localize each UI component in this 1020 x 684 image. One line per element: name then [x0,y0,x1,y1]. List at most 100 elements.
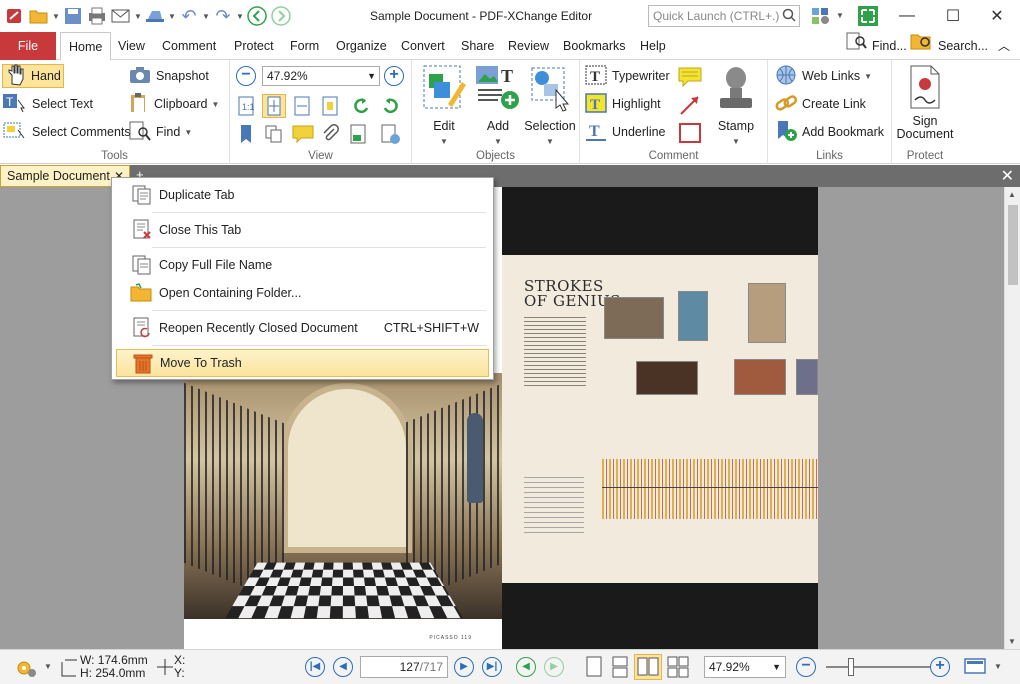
attachments-pane-icon[interactable] [320,124,340,144]
continuous-facing-icon[interactable] [666,656,692,681]
zoom-slider[interactable] [826,666,930,668]
single-page-icon[interactable] [584,656,604,681]
tab-bookmarks[interactable]: Bookmarks [555,32,634,60]
underline-button[interactable]: T Underline [584,120,666,144]
menu-item-duplicate-tab[interactable]: Duplicate Tab [116,181,489,209]
menu-item-copy-file-name[interactable]: Copy Full File Name [116,251,489,279]
quick-launch-input[interactable]: Quick Launch (CTRL+.) [648,5,800,27]
last-page-button[interactable]: ▶| [482,657,502,677]
redo-dropdown-icon[interactable]: ▼ [236,12,244,21]
customize-ui-icon[interactable] [810,6,832,29]
status-zoom-select[interactable]: 47.92% ▼ [704,656,786,678]
minimize-button[interactable]: — [884,0,930,32]
zoom-slider-thumb[interactable] [848,658,854,676]
select-comments-button[interactable]: Select Comments [2,120,131,144]
stamp-button[interactable]: Stamp ▼ [706,64,766,147]
settings-gear-icon[interactable] [14,657,38,682]
typewriter-button[interactable]: T Typewriter [584,64,670,88]
close-document-icon[interactable]: ✕ [1001,166,1014,186]
first-page-button[interactable]: |◀ [305,657,325,677]
scroll-up-icon[interactable]: ▲ [1008,190,1016,199]
comments-pane-icon[interactable] [292,124,312,144]
redo-icon[interactable]: ↷ [212,5,234,27]
print-icon[interactable] [86,5,108,27]
rectangle-icon[interactable] [678,122,702,142]
selection-button[interactable]: Selection ▼ [522,64,578,147]
maximize-button[interactable]: ☐ [930,0,976,32]
open-folder-icon[interactable] [28,5,50,27]
status-zoom-out-button[interactable]: − [796,657,816,677]
rotate-right-icon[interactable] [380,96,400,116]
web-links-button[interactable]: Web Links ▼ [774,64,872,88]
page-properties-icon[interactable] [380,124,400,144]
menu-item-open-folder[interactable]: Open Containing Folder... [116,279,489,307]
layers-pane-icon[interactable] [348,124,368,144]
forward-view-icon[interactable] [270,5,292,27]
open-dropdown-icon[interactable]: ▼ [52,12,60,21]
zoom-select[interactable]: 47.92% ▼ [262,66,380,86]
settings-dropdown-icon[interactable]: ▼ [44,662,52,671]
continuous-page-icon[interactable] [610,656,630,681]
back-view-icon[interactable] [246,5,268,27]
sticky-note-icon[interactable] [678,66,702,86]
rotate-left-icon[interactable] [352,96,372,116]
menu-item-move-to-trash[interactable]: Move To Trash [116,349,489,377]
find-tool-button[interactable]: Find ▼ [128,120,192,144]
email-dropdown-icon[interactable]: ▼ [134,12,142,21]
scan-dropdown-icon[interactable]: ▼ [168,12,176,21]
tab-review[interactable]: Review [500,32,557,60]
facing-pages-icon[interactable] [634,654,662,680]
undo-dropdown-icon[interactable]: ▼ [202,12,210,21]
add-button[interactable]: T Add ▼ [472,64,524,147]
scroll-down-icon[interactable]: ▼ [1008,637,1016,646]
previous-view-button[interactable]: ◀ [516,657,536,677]
thumbnails-pane-icon[interactable] [264,124,284,144]
menu-item-close-tab[interactable]: Close This Tab [116,216,489,244]
clipboard-button[interactable]: Clipboard ▼ [128,92,219,116]
tab-help[interactable]: Help [632,32,674,60]
zoom-in-button[interactable]: + [384,66,404,86]
arrow-line-icon[interactable] [678,94,702,114]
hand-tool-button[interactable]: Hand [2,64,64,88]
create-link-button[interactable]: Create Link [774,92,866,116]
tab-convert[interactable]: Convert [393,32,453,60]
save-icon[interactable] [62,5,84,27]
actual-size-icon[interactable]: 1:1 [236,96,256,116]
screen-mode-dropdown-icon[interactable]: ▼ [994,662,1002,671]
collapse-ribbon-icon[interactable]: ︿ [998,32,1010,60]
tab-file[interactable]: File [0,32,56,60]
fit-width-icon[interactable] [292,96,312,116]
tab-protect[interactable]: Protect [226,32,282,60]
email-icon[interactable] [110,5,132,27]
tab-home[interactable]: Home [60,32,111,61]
previous-page-button[interactable]: ◀ [333,657,353,677]
highlight-button[interactable]: T Highlight [584,92,661,116]
tab-organize[interactable]: Organize [328,32,395,60]
tab-share[interactable]: Share [453,32,502,60]
screen-mode-icon[interactable] [964,658,986,679]
bookmarks-pane-icon[interactable] [236,124,256,144]
find-button[interactable]: Find... [846,32,907,60]
tab-form[interactable]: Form [282,32,327,60]
sign-document-button[interactable]: Sign Document [894,64,956,141]
zoom-out-button[interactable]: − [236,66,256,86]
add-bookmark-button[interactable]: Add Bookmark [774,120,884,144]
vertical-scrollbar[interactable]: ▲ ▼ [1004,187,1020,649]
page-number-input[interactable]: 127/717 [360,656,448,678]
undo-icon[interactable]: ↶ [178,5,200,27]
scan-icon[interactable] [144,5,166,27]
next-page-button[interactable]: ▶ [454,657,474,677]
tab-comment[interactable]: Comment [154,32,224,60]
close-window-button[interactable]: ✕ [974,0,1020,32]
edit-button[interactable]: Edit ▼ [418,64,470,147]
scrollbar-thumb[interactable] [1008,205,1018,285]
fit-visible-icon[interactable] [320,96,340,116]
select-text-button[interactable]: T Select Text [2,92,93,116]
fullscreen-icon[interactable] [857,5,879,30]
search-button[interactable]: Search... [910,32,988,60]
status-zoom-in-button[interactable]: + [930,657,950,677]
fit-page-icon[interactable] [262,94,286,118]
search-icon[interactable] [782,8,796,28]
next-view-button[interactable]: ▶ [544,657,564,677]
customize-dropdown-icon[interactable]: ▼ [836,11,844,20]
